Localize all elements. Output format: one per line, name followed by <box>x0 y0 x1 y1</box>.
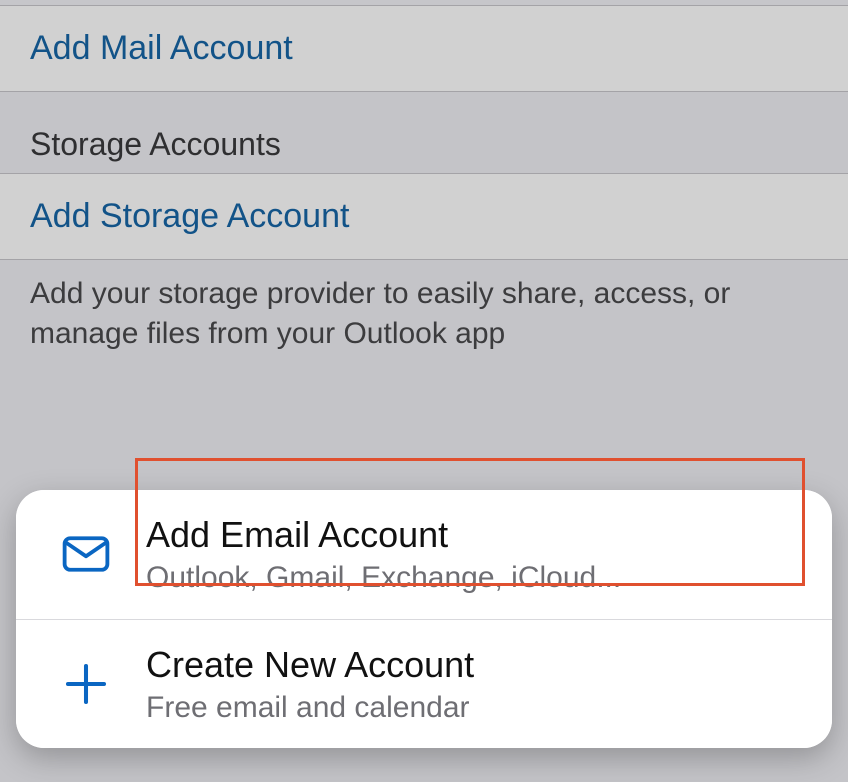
create-new-account-option[interactable]: Create New Account Free email and calend… <box>16 619 832 749</box>
storage-accounts-header-label: Storage Accounts <box>30 126 281 162</box>
mail-icon <box>26 527 146 581</box>
add-storage-account-row[interactable]: Add Storage Account <box>0 174 848 259</box>
storage-footnote: Add your storage provider to easily shar… <box>0 260 848 385</box>
add-email-account-text: Add Email Account Outlook, Gmail, Exchan… <box>146 512 621 597</box>
create-new-account-subtitle: Free email and calendar <box>146 689 474 727</box>
add-mail-account-label: Add Mail Account <box>30 29 293 67</box>
plus-icon <box>26 657 146 711</box>
add-email-account-title: Add Email Account <box>146 512 621 557</box>
storage-footnote-text: Add your storage provider to easily shar… <box>30 277 730 351</box>
add-account-sheet: Add Email Account Outlook, Gmail, Exchan… <box>16 490 832 748</box>
add-email-account-subtitle: Outlook, Gmail, Exchange, iCloud... <box>146 559 621 597</box>
storage-accounts-header: Storage Accounts <box>0 92 848 173</box>
create-new-account-text: Create New Account Free email and calend… <box>146 642 474 727</box>
create-new-account-title: Create New Account <box>146 642 474 687</box>
add-email-account-option[interactable]: Add Email Account Outlook, Gmail, Exchan… <box>16 490 832 619</box>
add-storage-account-label: Add Storage Account <box>30 197 349 235</box>
add-mail-account-row[interactable]: Add Mail Account <box>0 6 848 91</box>
